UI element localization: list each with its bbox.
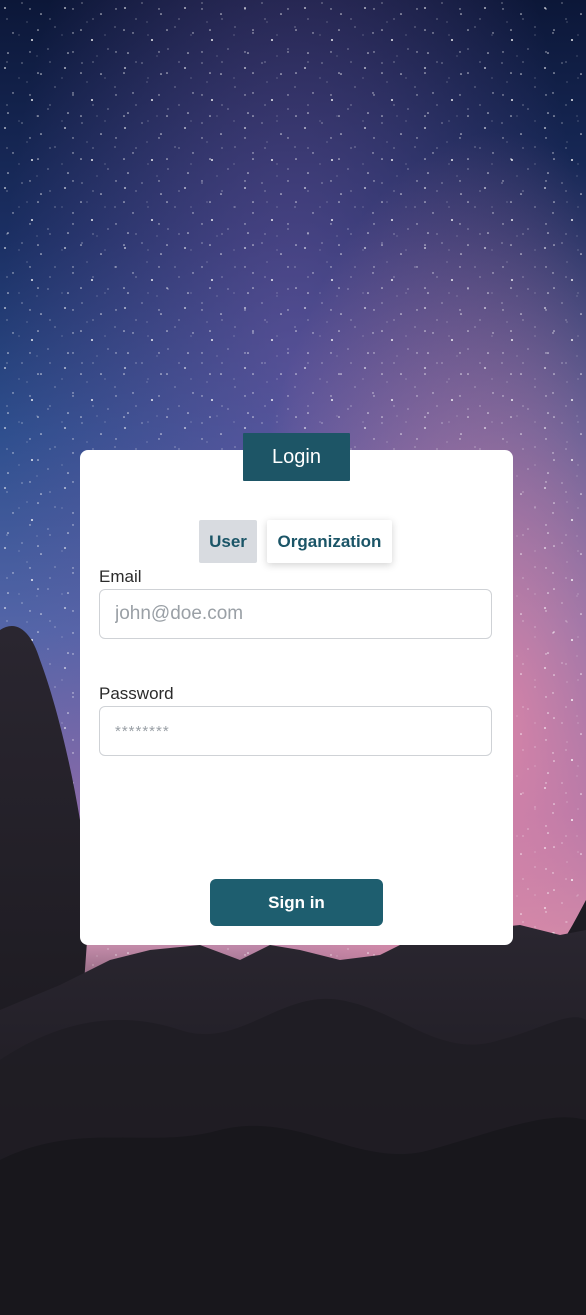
login-tab-header: Login (243, 433, 350, 481)
password-input[interactable] (99, 706, 492, 756)
sign-in-button[interactable]: Sign in (210, 879, 383, 926)
email-label: Email (99, 567, 142, 586)
toggle-organization-button[interactable]: Organization (267, 520, 392, 563)
toggle-user-button[interactable]: User (199, 520, 257, 563)
account-type-toggle: User Organization (199, 520, 392, 563)
email-input[interactable] (99, 589, 492, 639)
password-label: Password (99, 684, 174, 703)
